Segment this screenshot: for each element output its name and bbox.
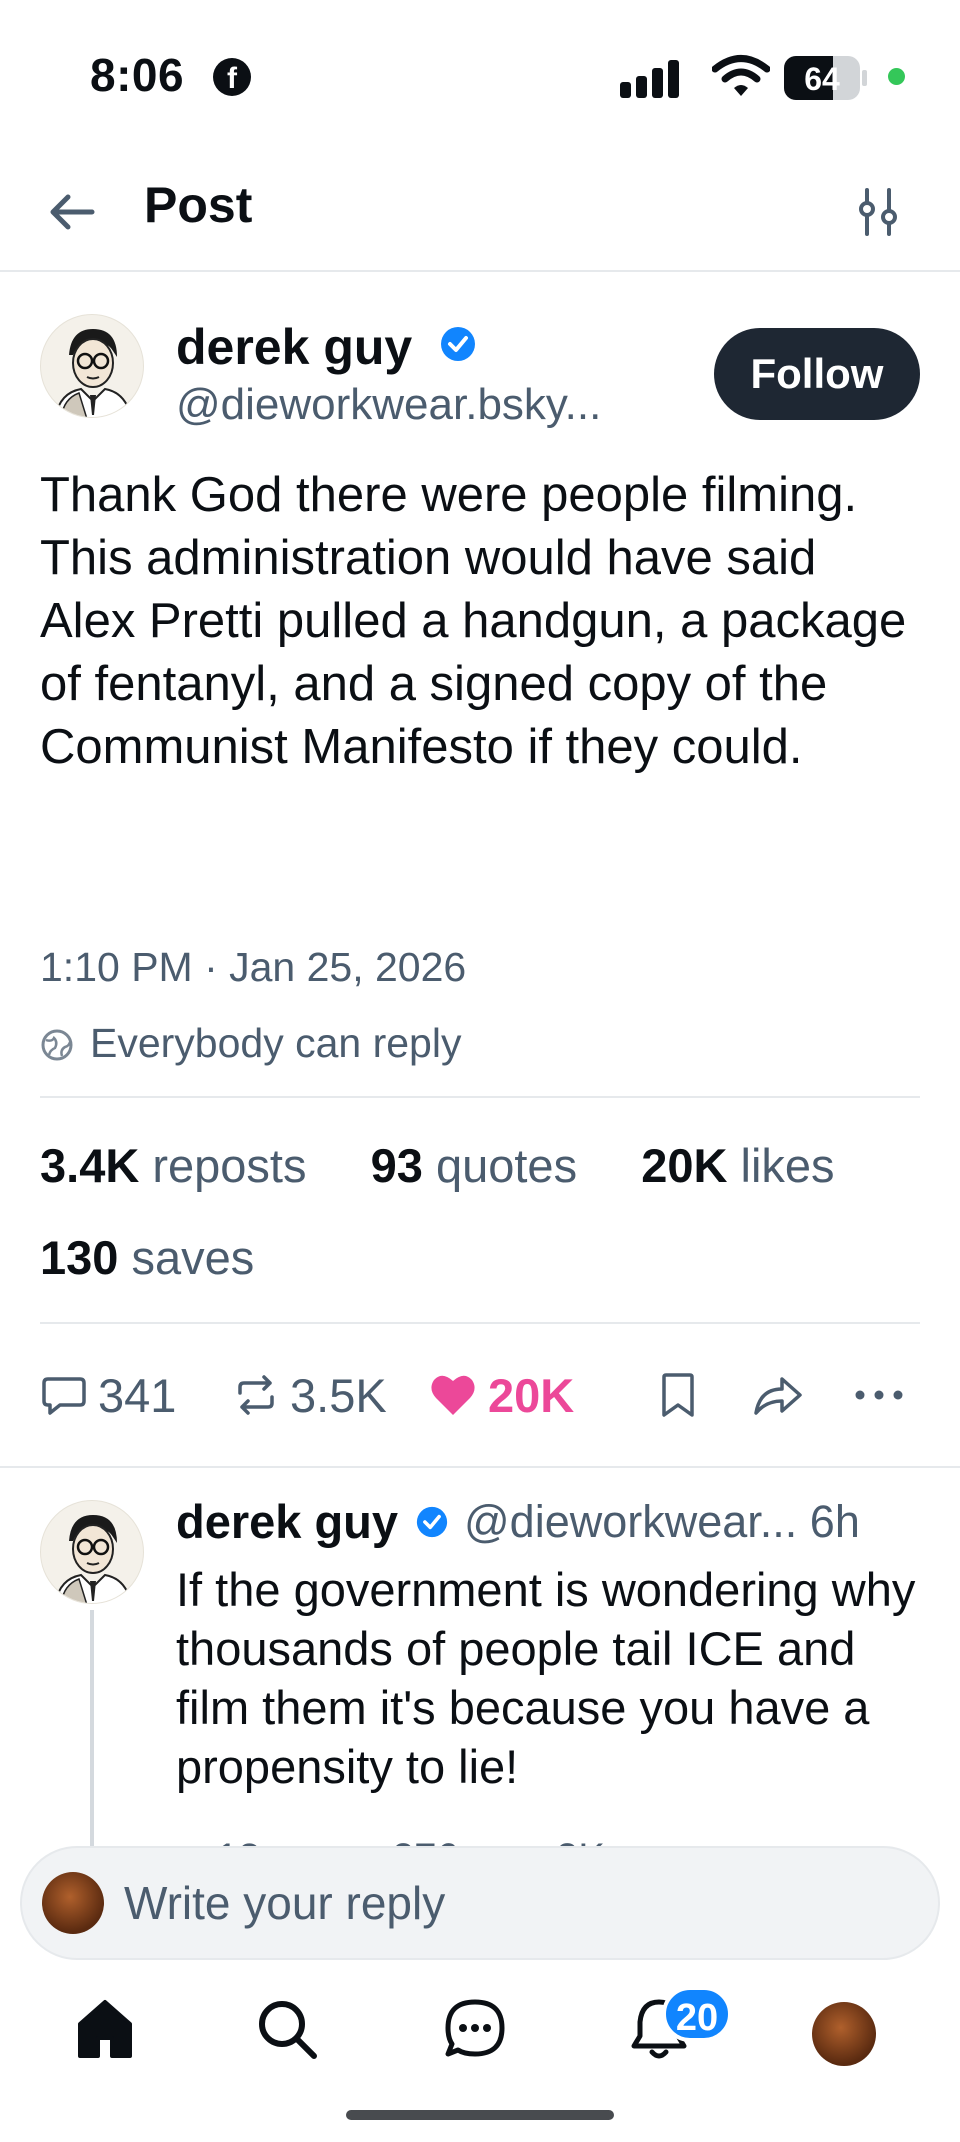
privacy-indicator-dot xyxy=(888,68,905,85)
reposts-label[interactable]: reposts xyxy=(152,1139,306,1192)
author-handle[interactable]: @dieworkwear.bsky... xyxy=(176,380,601,430)
reply-input-placeholder[interactable]: Write your reply xyxy=(124,1876,445,1930)
current-user-avatar xyxy=(42,1872,104,1934)
verified-badge-icon[interactable] xyxy=(440,326,476,362)
bookmark-button[interactable] xyxy=(656,1360,710,1430)
reply-button[interactable]: 341 xyxy=(40,1360,176,1430)
reply-text[interactable]: If the government is wondering why thous… xyxy=(176,1560,916,1796)
saves-stats: 130 saves xyxy=(40,1230,254,1290)
likes-count[interactable]: 20K xyxy=(641,1139,727,1192)
more-options-button[interactable] xyxy=(854,1360,914,1430)
repost-count: 3.5K xyxy=(290,1368,387,1422)
profile-avatar-tab[interactable] xyxy=(812,2002,876,2066)
heart-filled-icon xyxy=(431,1375,475,1415)
home-indicator xyxy=(346,2110,614,2120)
repost-icon xyxy=(238,1375,274,1415)
post-text: Thank God there were people filming. Thi… xyxy=(40,468,907,774)
reply-count: 341 xyxy=(98,1368,177,1422)
reply-author-avatar[interactable] xyxy=(40,1500,144,1604)
facebook-icon: f xyxy=(213,58,251,96)
thread-settings-icon[interactable] xyxy=(856,186,900,238)
saves-count[interactable]: 130 xyxy=(40,1231,118,1284)
share-button[interactable] xyxy=(752,1360,814,1430)
author-avatar[interactable] xyxy=(40,314,144,418)
quotes-count[interactable]: 93 xyxy=(371,1139,423,1192)
notifications-badge[interactable]: 20 xyxy=(662,1986,732,2042)
repost-button[interactable]: 3.5K xyxy=(232,1360,387,1430)
reply-composer[interactable]: Write your reply xyxy=(20,1846,940,1960)
thread-line xyxy=(90,1610,94,1860)
divider xyxy=(40,1096,920,1098)
verified-badge-icon[interactable] xyxy=(416,1506,448,1538)
status-bar: 8:06 f 64 xyxy=(0,0,960,150)
engagement-stats: 3.4K reposts 93 quotes 20K likes xyxy=(40,1138,835,1198)
chat-icon[interactable] xyxy=(440,1994,510,2064)
home-icon[interactable] xyxy=(70,1994,140,2064)
page-title: Post xyxy=(144,177,253,233)
author-name[interactable]: derek guy xyxy=(176,318,412,376)
post-header: Post xyxy=(0,150,960,272)
wifi-icon xyxy=(712,55,770,96)
back-arrow-icon[interactable] xyxy=(44,184,100,240)
status-time: 8:06 xyxy=(90,49,185,101)
share-icon xyxy=(754,1377,802,1415)
battery-level: 64 xyxy=(804,61,840,97)
section-divider xyxy=(0,1466,960,1468)
globe-icon xyxy=(41,1029,73,1061)
like-button[interactable]: 20K xyxy=(428,1360,574,1430)
more-dots-icon xyxy=(855,1390,903,1400)
battery-icon: 64 xyxy=(784,56,868,100)
follow-button[interactable]: Follow xyxy=(714,328,920,420)
reply-author-name[interactable]: derek guy xyxy=(176,1494,398,1549)
bookmark-icon xyxy=(662,1373,694,1417)
comment-icon xyxy=(42,1377,86,1415)
divider xyxy=(40,1322,920,1324)
likes-label[interactable]: likes xyxy=(741,1139,835,1192)
cellular-signal-icon xyxy=(620,58,692,98)
reply-handle-time[interactable]: @dieworkwear... 6h xyxy=(464,1496,860,1548)
post-actions: 341 3.5K 20K xyxy=(40,1360,920,1430)
reply-permission-text: Everybody can reply xyxy=(90,1020,462,1066)
quotes-label[interactable]: quotes xyxy=(436,1139,577,1192)
saves-label[interactable]: saves xyxy=(131,1231,254,1284)
search-icon[interactable] xyxy=(252,1994,322,2064)
like-count: 20K xyxy=(488,1368,575,1422)
post-timestamp: 1:10 PM · Jan 25, 2026 xyxy=(40,944,467,990)
reposts-count[interactable]: 3.4K xyxy=(40,1139,139,1192)
